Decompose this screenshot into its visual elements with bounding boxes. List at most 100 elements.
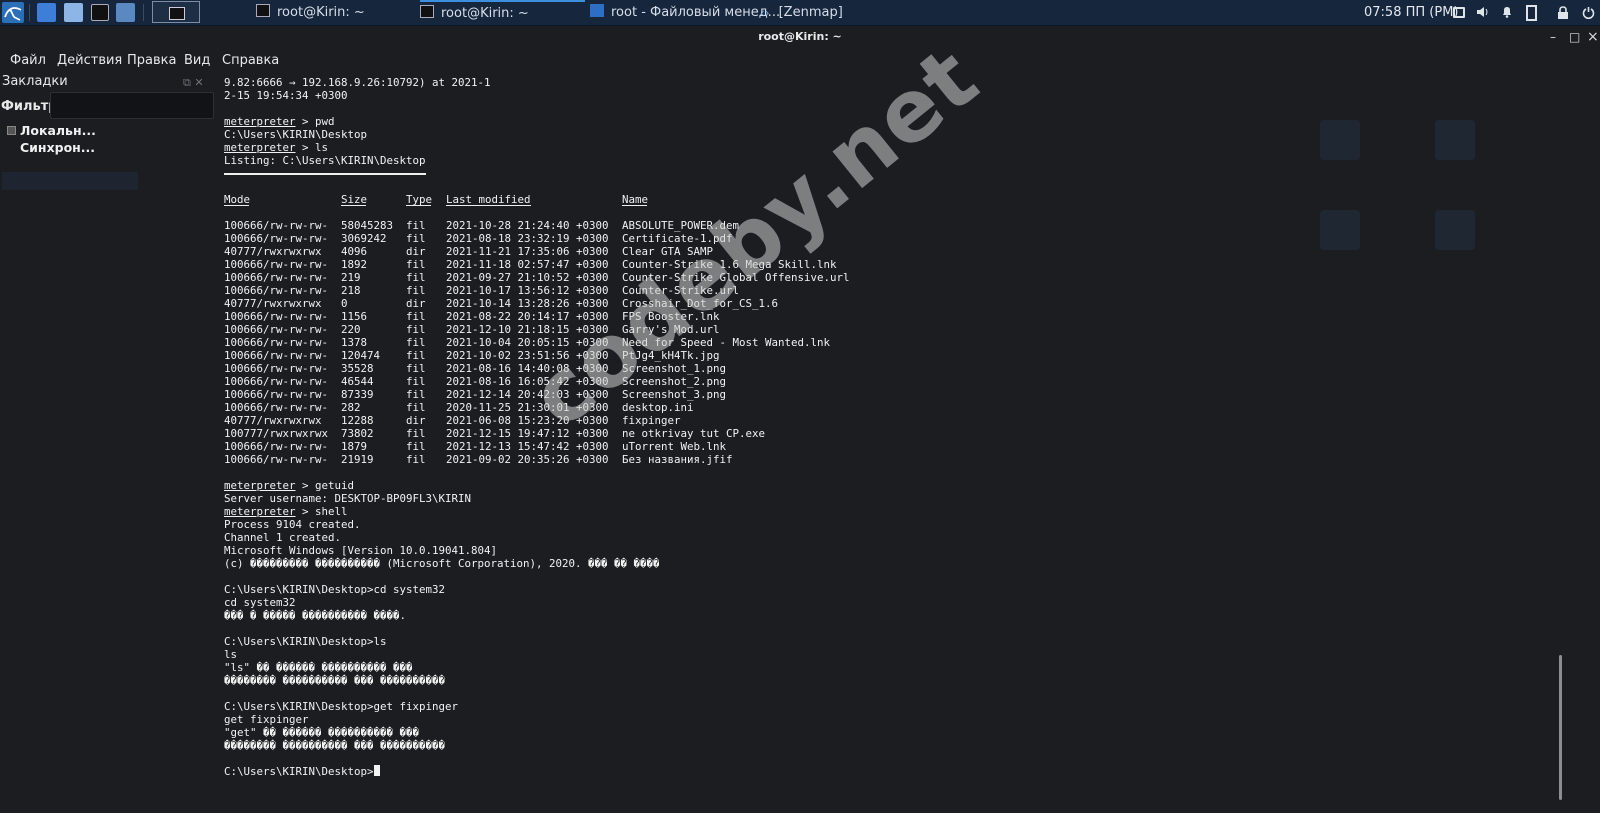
meterpreter-prompt: meterpreter xyxy=(224,505,296,518)
terminal-line: meterpreter > shell xyxy=(224,505,1544,518)
bookmarks-title: Закладки xyxy=(2,74,68,89)
lock-icon[interactable] xyxy=(1557,6,1569,19)
file-size: 218 xyxy=(341,284,361,297)
settings-icon[interactable] xyxy=(116,3,135,22)
file-type: dir xyxy=(406,297,426,310)
sidebar-item-sync[interactable]: Синхрон... xyxy=(20,140,95,155)
sidebar-item-local[interactable]: Локальн... xyxy=(20,123,96,138)
file-size: 87339 xyxy=(341,388,374,401)
file-modified: 2021-08-18 23:32:19 +0300 xyxy=(446,232,609,245)
file-mode: 100666/rw-rw-rw- xyxy=(224,453,329,466)
terminal-line: C:\Users\KIRIN\Desktop>get fixpinger xyxy=(224,700,459,713)
file-row: 100666/rw-rw-rw- 1879 fil 2021-12-13 15:47:… xyxy=(224,440,1544,453)
file-size: 4096 xyxy=(341,245,368,258)
menu-view[interactable]: Вид xyxy=(184,53,210,68)
file-size: 46544 xyxy=(341,375,374,388)
file-size: 0 xyxy=(341,297,348,310)
file-row: 100666/rw-rw-rw- 3069242 fil 2021-08-18 23:… xyxy=(224,232,1544,245)
file-mode: 100666/rw-rw-rw- xyxy=(224,258,329,271)
file-mode: 100666/rw-rw-rw- xyxy=(224,362,329,375)
clock[interactable]: 07:58 ПП (PM) xyxy=(1364,0,1458,25)
workspace-window-icon xyxy=(169,7,185,20)
terminal-scrollbar[interactable] xyxy=(1559,655,1562,800)
file-manager-icon[interactable] xyxy=(64,3,83,22)
sidebar-buttons[interactable]: ⧉ ✕ xyxy=(183,76,204,90)
terminal-line: �������� ���������� ��� ���������� xyxy=(224,739,446,752)
terminal-icon xyxy=(256,4,270,17)
terminal-line: C:\Users\KIRIN\Desktop>ls xyxy=(224,635,387,648)
file-mode: 40777/rwxrwxrwx xyxy=(224,297,322,310)
terminal-line: meterpreter > getuid xyxy=(224,479,1544,492)
task-label: root - Файловый менед... xyxy=(611,5,781,20)
maximize-button[interactable]: □ xyxy=(1569,26,1580,48)
task-file-manager[interactable]: root - Файловый менед... xyxy=(590,0,780,25)
task-terminal-1[interactable]: root@Kirin: ~ xyxy=(256,0,416,25)
file-type: fil xyxy=(406,388,426,401)
file-mode: 100666/rw-rw-rw- xyxy=(224,349,329,362)
file-row: 100666/rw-rw-rw- 1378 fil 2021-10-04 20:05:… xyxy=(224,336,1544,349)
terminal-prompt-line[interactable]: C:\Users\KIRIN\Desktop> xyxy=(224,765,1544,778)
menu-file[interactable]: Файл xyxy=(10,53,46,68)
minimize-button[interactable]: – xyxy=(1550,26,1556,48)
file-mode: 100666/rw-rw-rw- xyxy=(224,388,329,401)
bell-icon[interactable] xyxy=(1501,6,1513,18)
workspace-switcher[interactable] xyxy=(152,1,200,23)
file-type: fil xyxy=(406,232,426,245)
panel-separator xyxy=(29,4,30,21)
task-terminal-2[interactable]: root@Kirin: ~ xyxy=(420,0,585,27)
terminal-line: (c) ��������� ���������� (Microsoft Corp… xyxy=(224,557,660,570)
file-mode: 100666/rw-rw-rw- xyxy=(224,336,329,349)
terminal-launcher-icon[interactable] xyxy=(91,4,109,21)
file-name: uTorrent Web.lnk xyxy=(622,440,727,453)
file-mode: 40777/rwxrwxrwx xyxy=(224,414,322,427)
kali-logo-icon[interactable] xyxy=(2,2,24,23)
monitor-icon[interactable] xyxy=(1453,7,1465,18)
file-row: 100666/rw-rw-rw- 35528 fil 2021-08-16 14:40… xyxy=(224,362,1544,375)
file-size: 120474 xyxy=(341,349,381,362)
menu-edit[interactable]: Правка xyxy=(127,53,176,68)
meterpreter-prompt: meterpreter xyxy=(224,141,296,154)
panel-separator xyxy=(143,4,144,21)
file-size: 1156 xyxy=(341,310,368,323)
file-type: fil xyxy=(406,219,426,232)
file-size: 220 xyxy=(341,323,361,336)
file-type: fil xyxy=(406,323,426,336)
filter-input[interactable] xyxy=(50,92,214,119)
terminal-line: "ls" �� ������ ���������� ��� xyxy=(224,661,413,674)
file-name: Без названия.jfif xyxy=(622,453,733,466)
battery-icon[interactable] xyxy=(1526,5,1537,21)
file-mode: 100666/rw-rw-rw- xyxy=(224,401,329,414)
command: > pwd xyxy=(295,115,335,128)
terminal-line: Microsoft Windows [Version 10.0.19041.80… xyxy=(224,544,498,557)
file-modified: 2021-10-14 13:28:26 +0300 xyxy=(446,297,609,310)
file-modified: 2021-09-02 20:35:26 +0300 xyxy=(446,453,609,466)
file-mode: 100666/rw-rw-rw- xyxy=(224,310,329,323)
power-icon[interactable] xyxy=(1582,6,1595,19)
menu-actions[interactable]: Действия xyxy=(57,53,122,68)
file-type: fil xyxy=(406,440,426,453)
file-type: dir xyxy=(406,414,426,427)
file-mode: 100666/rw-rw-rw- xyxy=(224,323,329,336)
file-mode: 100666/rw-rw-rw- xyxy=(224,219,329,232)
device-marker-icon xyxy=(7,126,16,135)
file-row: 100666/rw-rw-rw- 220 fil 2021-12-10 21:18:1… xyxy=(224,323,1544,336)
menu-help[interactable]: Справка xyxy=(222,53,279,68)
file-row: 100666/rw-rw-rw- 218 fil 2021-10-17 13:56:1… xyxy=(224,284,1544,297)
close-button[interactable]: × xyxy=(1587,26,1599,48)
top-panel: root@Kirin: ~ root@Kirin: ~ root - Файло… xyxy=(0,0,1600,26)
file-row: 100666/rw-rw-rw- 282 fil 2020-11-25 21:30:0… xyxy=(224,401,1544,414)
meterpreter-prompt: meterpreter xyxy=(224,479,296,492)
file-mode: 100666/rw-rw-rw- xyxy=(224,284,329,297)
task-zenmap[interactable]: ‹› [Zenmap] xyxy=(760,0,880,25)
file-modified: 2021-10-17 13:56:12 +0300 xyxy=(446,284,609,297)
file-size: 3069242 xyxy=(341,232,387,245)
file-name: desktop.ini xyxy=(622,401,694,414)
show-desktop-icon[interactable] xyxy=(37,3,56,22)
menu-bar: Файл Действия Правка Вид Справка xyxy=(0,50,1600,70)
bookmarks-sidebar: Закладки ⧉ ✕ Фильтр: Локальн... Синхрон.… xyxy=(0,72,218,813)
file-mode: 100666/rw-rw-rw- xyxy=(224,271,329,284)
volume-icon[interactable] xyxy=(1476,6,1488,18)
zenmap-icon: ‹› xyxy=(760,6,770,20)
command: > shell xyxy=(295,505,348,518)
task-label: root@Kirin: ~ xyxy=(441,6,529,21)
